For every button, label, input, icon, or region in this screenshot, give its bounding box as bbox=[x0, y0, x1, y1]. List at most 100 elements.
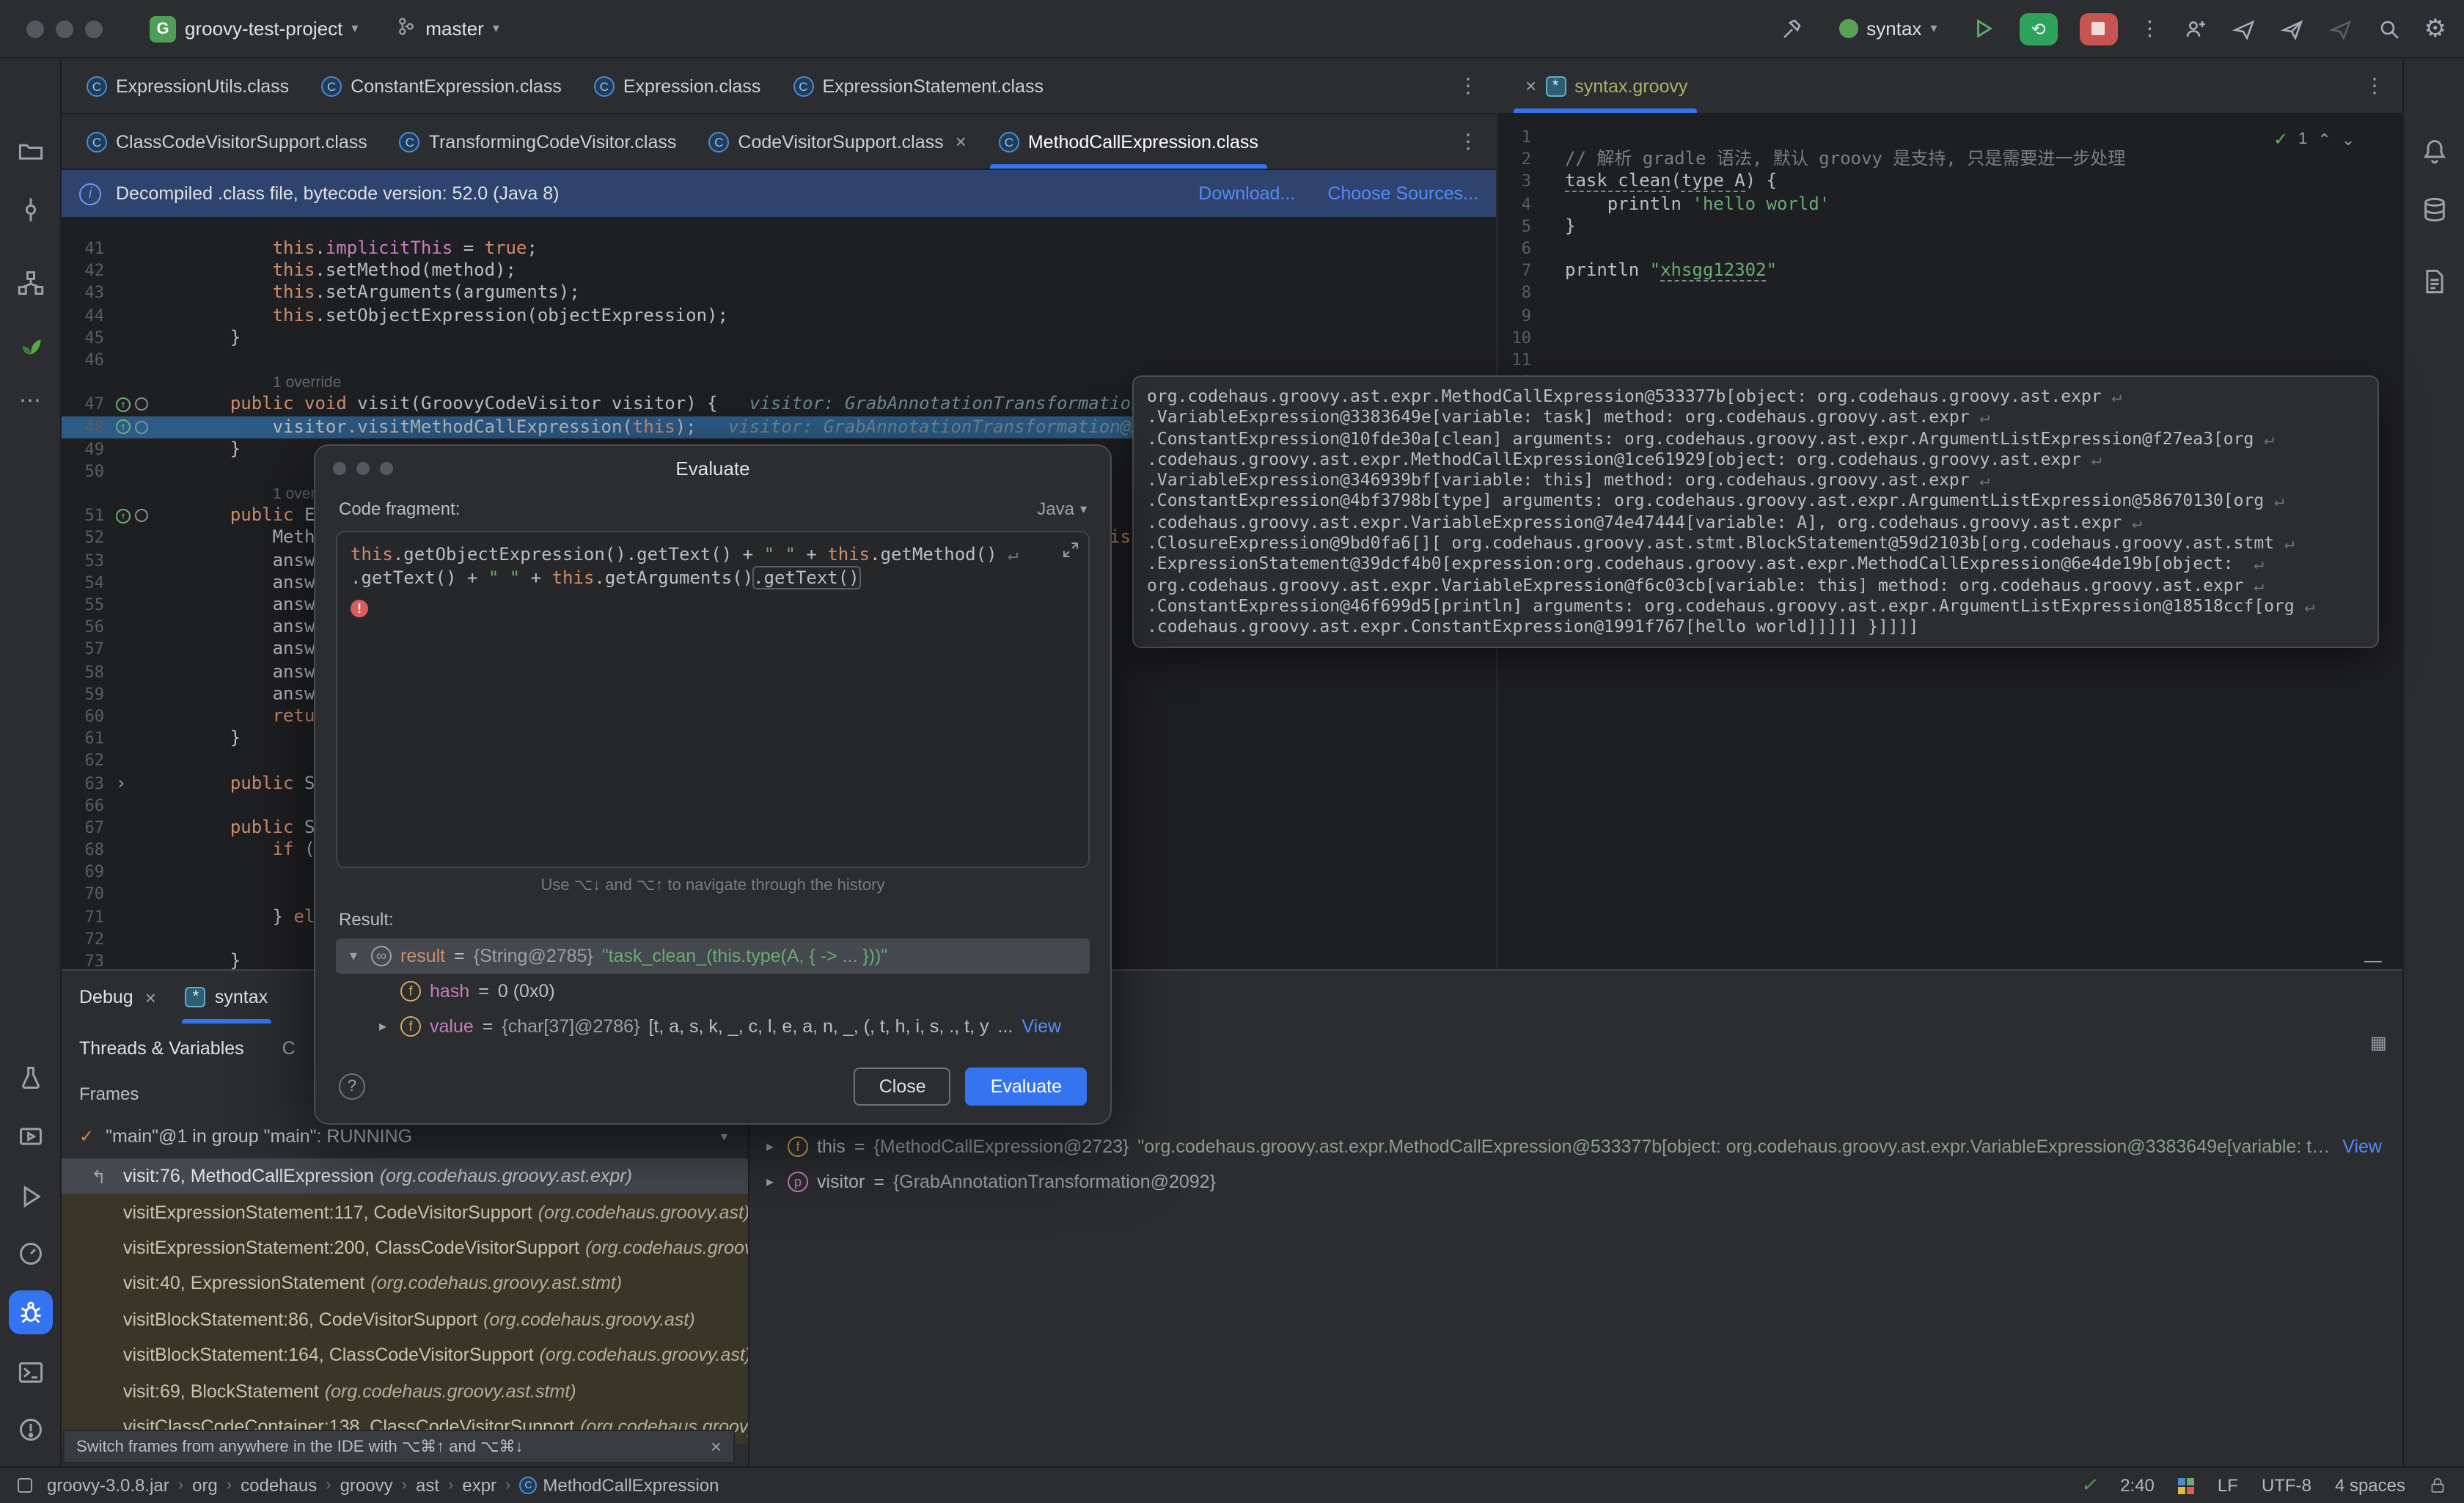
choose-sources-link[interactable]: Choose Sources... bbox=[1327, 183, 1478, 204]
code-line[interactable]: 41 this.implicitThis = true; bbox=[62, 238, 1496, 260]
run-button[interactable] bbox=[1971, 15, 1998, 42]
rerun-debug-button[interactable]: ⟲ bbox=[2020, 12, 2058, 45]
layout-icon[interactable]: ▦ bbox=[2370, 1032, 2387, 1053]
result-row[interactable]: fhash = 0 (0x0) bbox=[336, 974, 1090, 1009]
minimize-window-icon[interactable] bbox=[56, 20, 73, 37]
override-marker-icon[interactable]: ↑ bbox=[116, 397, 131, 412]
stack-frame-row[interactable]: visit:40, ExpressionStatement(org.codeha… bbox=[62, 1265, 748, 1301]
result-row[interactable]: ▾∞result = {String@2785} "task_clean_(th… bbox=[336, 938, 1090, 974]
document-tool-button[interactable] bbox=[2404, 254, 2464, 309]
override-marker-icon[interactable]: ↑ bbox=[116, 419, 131, 434]
editor-tab[interactable]: CExpression.class bbox=[578, 59, 777, 113]
breadcrumb-item[interactable]: groovy bbox=[340, 1475, 393, 1496]
problems-tool-button[interactable] bbox=[0, 1402, 62, 1458]
download-link[interactable]: Download... bbox=[1198, 183, 1295, 204]
code-line[interactable]: 2// 解析 gradle 语法, 默认 groovy 是支持, 只是需要进一步… bbox=[1497, 148, 2402, 170]
indent-setting[interactable]: 4 spaces bbox=[2335, 1475, 2405, 1496]
expand-chevron-icon[interactable]: ▸ bbox=[761, 1174, 779, 1190]
breadcrumb-item[interactable]: CMethodCallExpression bbox=[519, 1475, 719, 1496]
profiler-tool-button[interactable] bbox=[0, 1226, 62, 1282]
code-line[interactable]: 42 this.setMethod(method); bbox=[62, 260, 1496, 282]
structure-tool-button[interactable] bbox=[0, 255, 62, 311]
code-line[interactable]: 10 bbox=[1497, 326, 2402, 348]
editor-tab[interactable]: × * syntax.groovy bbox=[1506, 59, 1704, 113]
more-icon[interactable]: ⋮ bbox=[1458, 129, 1496, 154]
code-line[interactable]: 11 bbox=[1497, 349, 2402, 371]
database-tool-button[interactable] bbox=[2404, 182, 2464, 238]
evaluate-dialog[interactable]: Evaluate Code fragment: Java ▾ this.getO… bbox=[314, 444, 1112, 1125]
stack-frame-row[interactable]: visit:69, BlockStatement(org.codehaus.gr… bbox=[62, 1373, 748, 1409]
notifications-bell-icon[interactable] bbox=[2404, 123, 2464, 179]
lock-icon[interactable] bbox=[2429, 1477, 2446, 1494]
code-with-me-icon[interactable] bbox=[2182, 15, 2209, 42]
editor-tab[interactable]: CConstantExpression.class bbox=[305, 59, 578, 113]
close-icon[interactable]: × bbox=[956, 131, 967, 152]
stack-frame-row[interactable]: ↰visit:76, MethodCallExpression(org.code… bbox=[62, 1158, 748, 1194]
editor-tab[interactable]: CClassCodeVisitorSupport.class bbox=[70, 114, 384, 169]
dialog-traffic-lights[interactable] bbox=[333, 461, 393, 474]
branch-widget[interactable]: master ▾ bbox=[384, 12, 511, 45]
terminal-tool-button[interactable] bbox=[0, 1345, 62, 1400]
code-line[interactable]: 7println "xhsgg12302" bbox=[1497, 260, 2402, 282]
value-tooltip-popup[interactable]: org.codehaus.groovy.ast.expr.MethodCallE… bbox=[1132, 375, 2379, 648]
debug-tool-button[interactable] bbox=[0, 1285, 62, 1340]
code-line[interactable]: 43 this.setArguments(arguments); bbox=[62, 282, 1496, 304]
inlay-hint[interactable]: 1 override bbox=[188, 374, 341, 392]
override-marker-icon[interactable]: ↑ bbox=[116, 509, 131, 523]
fold-arrow-icon[interactable]: › bbox=[116, 772, 126, 794]
hammer-icon[interactable] bbox=[1778, 15, 1805, 42]
expand-chevron-icon[interactable]: ▸ bbox=[761, 1139, 779, 1155]
code-fragment-line[interactable]: this.getObjectExpression().getText() + "… bbox=[351, 543, 1075, 566]
more-icon[interactable]: ⋮ bbox=[2364, 73, 2402, 98]
stack-frame-row[interactable]: visitBlockStatement:164, ClassCodeVisito… bbox=[62, 1337, 748, 1373]
editor-tab[interactable]: CTransformingCodeVisitor.class bbox=[384, 114, 693, 169]
view-link[interactable]: View bbox=[2342, 1136, 2382, 1157]
expand-chevron-icon[interactable]: ▾ bbox=[345, 948, 362, 964]
inspection-widget[interactable]: ✓ 1 ⌃ ⌄ bbox=[2265, 126, 2364, 152]
maximize-window-icon[interactable] bbox=[380, 461, 393, 474]
evaluate-button[interactable]: Evaluate bbox=[966, 1067, 1087, 1106]
expand-chevron-icon[interactable]: ▸ bbox=[374, 1018, 392, 1035]
flask-tool-button[interactable] bbox=[0, 1050, 62, 1106]
minimize-window-icon[interactable] bbox=[356, 461, 370, 474]
view-link[interactable]: View bbox=[1022, 1016, 1061, 1037]
breadcrumb-item[interactable]: groovy-3.0.8.jar bbox=[47, 1475, 169, 1496]
more-icon[interactable]: ⋮ bbox=[2140, 16, 2160, 41]
implement-marker-icon[interactable] bbox=[135, 420, 148, 433]
breadcrumb[interactable]: groovy-3.0.8.jar›org›codehaus›groovy›ast… bbox=[47, 1475, 719, 1496]
editor-tab[interactable]: CCodeVisitorSupport.class× bbox=[692, 114, 982, 169]
close-icon[interactable]: × bbox=[711, 1436, 722, 1458]
debug-view-tab[interactable]: Threads & Variables bbox=[79, 1038, 244, 1059]
next-issue-icon[interactable]: ⌄ bbox=[2342, 130, 2355, 149]
breadcrumb-item[interactable]: org bbox=[192, 1475, 218, 1496]
project-tool-button[interactable] bbox=[0, 123, 62, 179]
close-window-icon[interactable] bbox=[26, 20, 44, 37]
share-icon[interactable] bbox=[2279, 15, 2306, 42]
implement-marker-icon[interactable] bbox=[135, 398, 148, 411]
services-tool-button[interactable] bbox=[0, 1109, 62, 1164]
project-widget[interactable]: G groovy-test-project ▾ bbox=[138, 11, 370, 46]
commit-tool-button[interactable] bbox=[0, 182, 62, 238]
share-icon[interactable] bbox=[2231, 15, 2257, 42]
debug-view-tab[interactable]: C bbox=[282, 1038, 296, 1059]
run-config-widget[interactable]: syntax ▾ bbox=[1827, 13, 1948, 44]
maximize-window-icon[interactable] bbox=[85, 20, 103, 37]
colored-grid-icon[interactable] bbox=[2178, 1477, 2194, 1493]
code-line[interactable]: 46 bbox=[62, 349, 1496, 371]
stack-frame-row[interactable]: visitBlockStatement:86, CodeVisitorSuppo… bbox=[62, 1301, 748, 1337]
code-line[interactable]: 5} bbox=[1497, 216, 2402, 238]
result-row[interactable]: ▸fvalue = {char[37]@2786} [t, a, s, k, _… bbox=[336, 1009, 1090, 1044]
stack-frame-row[interactable]: visitExpressionStatement:117, CodeVisito… bbox=[62, 1194, 748, 1230]
file-encoding[interactable]: UTF-8 bbox=[2262, 1475, 2311, 1496]
code-line[interactable]: 6 bbox=[1497, 238, 2402, 260]
editor-tab[interactable]: CMethodCallExpression.class bbox=[983, 114, 1275, 169]
dialog-header[interactable]: Evaluate bbox=[315, 446, 1110, 490]
code-fragment-line[interactable]: .getText() + " " + this.getArguments().g… bbox=[351, 566, 1075, 589]
code-line[interactable]: 9 bbox=[1497, 304, 2402, 326]
debug-window-tab[interactable]: Debug× bbox=[79, 971, 156, 1024]
implement-marker-icon[interactable] bbox=[135, 510, 148, 523]
code-fragment-editor[interactable]: this.getObjectExpression().getText() + "… bbox=[336, 531, 1090, 868]
settings-gear-icon[interactable]: ⚙ bbox=[2424, 14, 2447, 43]
breadcrumb-item[interactable]: ast bbox=[416, 1475, 439, 1496]
stop-button[interactable] bbox=[2080, 12, 2118, 45]
